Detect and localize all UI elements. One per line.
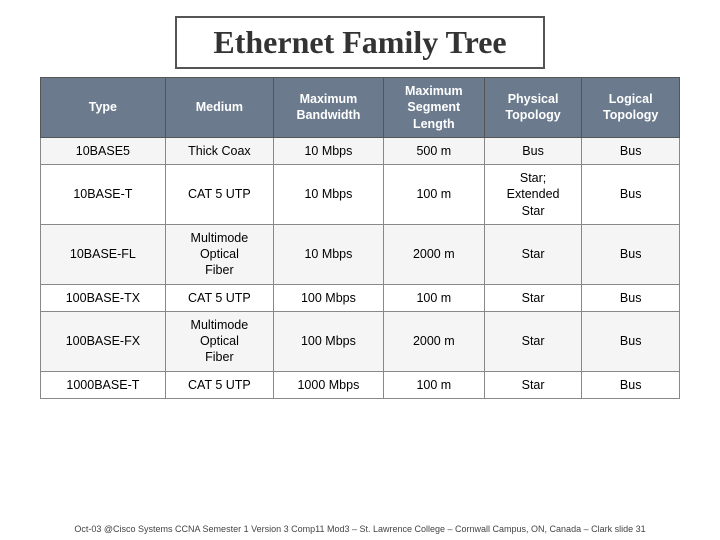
- cell-medium: MultimodeOpticalFiber: [165, 311, 273, 371]
- cell-segment: 2000 m: [383, 311, 484, 371]
- cell-physical: Star: [484, 371, 582, 398]
- cell-type: 100BASE-FX: [41, 311, 166, 371]
- cell-bandwidth: 10 Mbps: [274, 137, 384, 164]
- cell-physical: Star: [484, 311, 582, 371]
- cell-logical: Bus: [582, 311, 680, 371]
- title-box: Ethernet Family Tree: [175, 16, 544, 69]
- col-header-type: Type: [41, 78, 166, 138]
- cell-physical: Star;ExtendedStar: [484, 165, 582, 225]
- table-row: 10BASE-FLMultimodeOpticalFiber10 Mbps200…: [41, 224, 680, 284]
- col-header-logical: LogicalTopology: [582, 78, 680, 138]
- cell-medium: CAT 5 UTP: [165, 284, 273, 311]
- table-row: 1000BASE-TCAT 5 UTP1000 Mbps100 mStarBus: [41, 371, 680, 398]
- cell-bandwidth: 10 Mbps: [274, 165, 384, 225]
- table-row: 100BASE-FXMultimodeOpticalFiber100 Mbps2…: [41, 311, 680, 371]
- cell-type: 1000BASE-T: [41, 371, 166, 398]
- cell-medium: MultimodeOpticalFiber: [165, 224, 273, 284]
- cell-physical: Bus: [484, 137, 582, 164]
- cell-physical: Star: [484, 284, 582, 311]
- table-body: 10BASE5Thick Coax10 Mbps500 mBusBus10BAS…: [41, 137, 680, 398]
- page-title: Ethernet Family Tree: [213, 24, 506, 60]
- cell-logical: Bus: [582, 371, 680, 398]
- table-row: 10BASE-TCAT 5 UTP10 Mbps100 mStar;Extend…: [41, 165, 680, 225]
- cell-segment: 2000 m: [383, 224, 484, 284]
- cell-logical: Bus: [582, 224, 680, 284]
- table-container: Type Medium MaximumBandwidth MaximumSegm…: [40, 77, 680, 399]
- cell-type: 10BASE-T: [41, 165, 166, 225]
- page: Ethernet Family Tree Type Medium Maximum…: [0, 0, 720, 540]
- cell-medium: CAT 5 UTP: [165, 371, 273, 398]
- cell-bandwidth: 1000 Mbps: [274, 371, 384, 398]
- cell-medium: CAT 5 UTP: [165, 165, 273, 225]
- col-header-segment: MaximumSegmentLength: [383, 78, 484, 138]
- cell-segment: 100 m: [383, 284, 484, 311]
- table-row: 10BASE5Thick Coax10 Mbps500 mBusBus: [41, 137, 680, 164]
- col-header-medium: Medium: [165, 78, 273, 138]
- cell-bandwidth: 100 Mbps: [274, 284, 384, 311]
- cell-type: 10BASE5: [41, 137, 166, 164]
- cell-segment: 500 m: [383, 137, 484, 164]
- col-header-physical: PhysicalTopology: [484, 78, 582, 138]
- cell-type: 100BASE-TX: [41, 284, 166, 311]
- cell-segment: 100 m: [383, 165, 484, 225]
- cell-logical: Bus: [582, 137, 680, 164]
- cell-type: 10BASE-FL: [41, 224, 166, 284]
- cell-logical: Bus: [582, 165, 680, 225]
- cell-bandwidth: 100 Mbps: [274, 311, 384, 371]
- cell-segment: 100 m: [383, 371, 484, 398]
- table-header-row: Type Medium MaximumBandwidth MaximumSegm…: [41, 78, 680, 138]
- cell-logical: Bus: [582, 284, 680, 311]
- table-row: 100BASE-TXCAT 5 UTP100 Mbps100 mStarBus: [41, 284, 680, 311]
- cell-medium: Thick Coax: [165, 137, 273, 164]
- cell-bandwidth: 10 Mbps: [274, 224, 384, 284]
- col-header-bandwidth: MaximumBandwidth: [274, 78, 384, 138]
- ethernet-table: Type Medium MaximumBandwidth MaximumSegm…: [40, 77, 680, 399]
- cell-physical: Star: [484, 224, 582, 284]
- footer-text: Oct-03 @Cisco Systems CCNA Semester 1 Ve…: [0, 524, 720, 534]
